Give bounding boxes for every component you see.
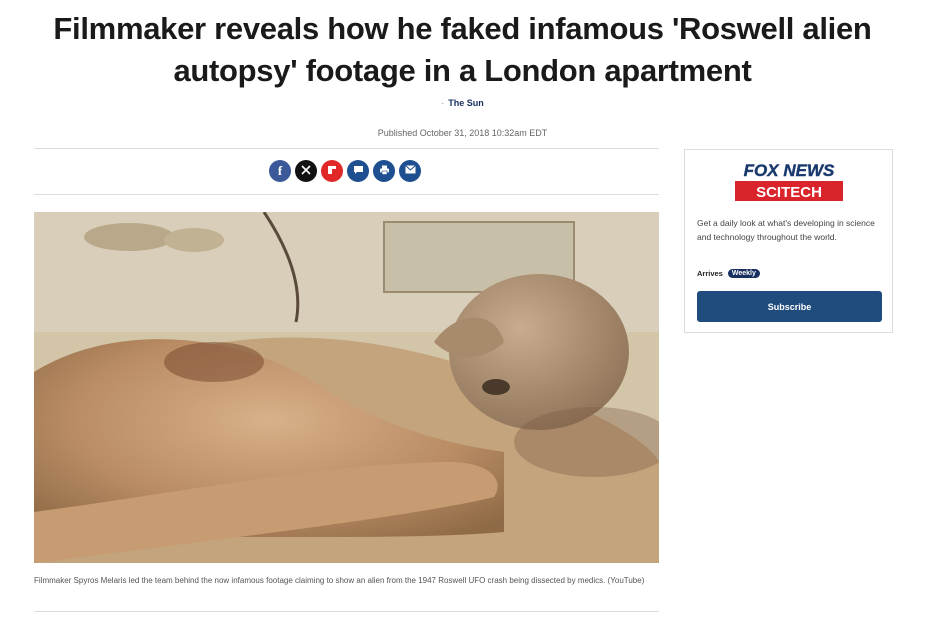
logo-top-text: FOX NEWS [744,161,835,180]
newsletter-description: Get a daily look at what's developing in… [697,218,875,242]
headline-line-1: Filmmaker reveals how he faked infamous … [53,11,872,46]
email-share-button[interactable] [399,160,421,182]
comments-button[interactable] [347,160,369,182]
divider-top [34,148,659,149]
article-source: · The Sun [0,98,925,108]
flipboard-share-button[interactable] [321,160,343,182]
divider-share [34,194,659,195]
share-bar: f [269,160,421,182]
published-date: Published October 31, 2018 10:32am EDT [377,128,548,138]
email-icon [404,165,416,177]
subscribe-button[interactable]: Subscribe [697,291,882,322]
fox-news-scitech-logo: FOX NEWS SCITECH [735,160,843,201]
x-icon [301,164,311,178]
comment-icon [353,165,364,178]
source-separator: · [441,98,445,108]
autopsy-photo-illustration [34,212,659,563]
headline-line-2: autopsy' footage in a London apartment [173,53,752,88]
image-caption: Filmmaker Spyros Melaris led the team be… [34,576,645,585]
arrives-label: Arrives [697,269,723,278]
x-share-button[interactable] [295,160,317,182]
newsletter-signup-card: FOX NEWS SCITECH Get a daily look at wha… [684,149,893,333]
article-main-image[interactable] [34,212,659,563]
facebook-share-button[interactable]: f [269,160,291,182]
flipboard-icon [327,165,337,178]
divider-bottom [34,611,659,612]
article-headline: Filmmaker reveals how he faked infamous … [20,8,905,92]
source-link[interactable]: The Sun [448,98,484,108]
logo-bottom-text: SCITECH [756,184,822,201]
frequency-badge: Weekly [727,269,760,278]
facebook-icon: f [277,163,283,178]
print-icon [379,165,390,178]
print-button[interactable] [373,160,395,182]
arrives-row: Arrives Weekly [697,269,760,278]
